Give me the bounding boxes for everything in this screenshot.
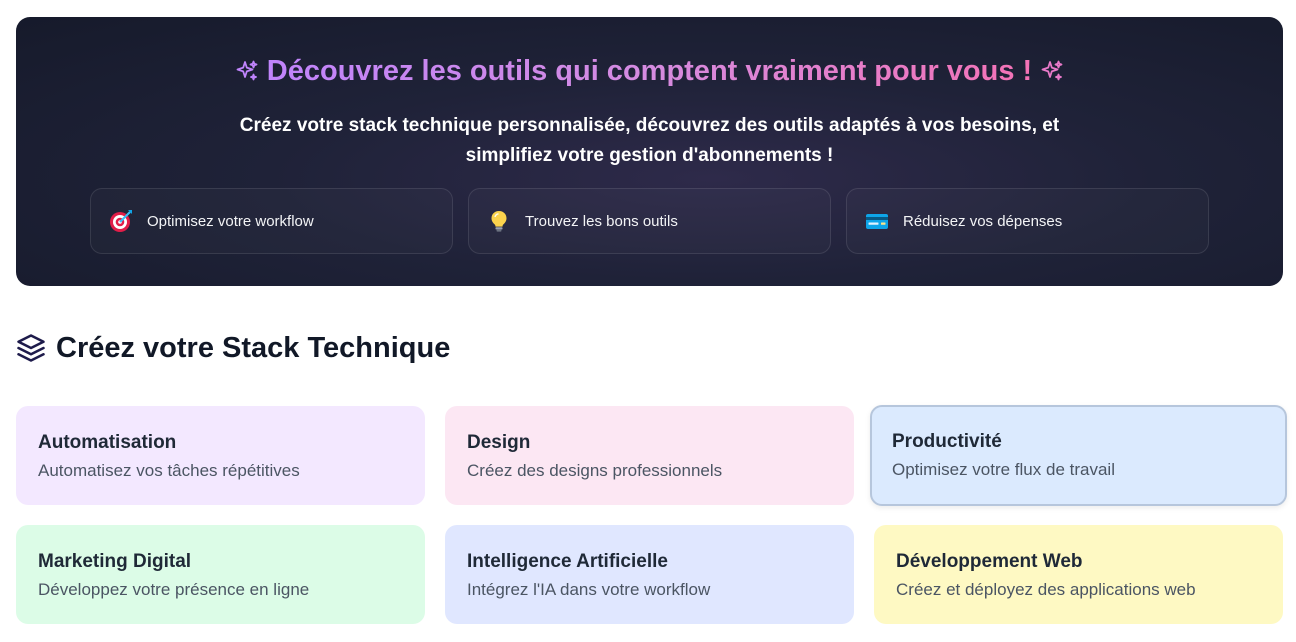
category-description: Créez des designs professionnels <box>467 461 723 480</box>
category-card-automatisation[interactable]: Automatisation Automatisez vos tâches ré… <box>16 406 425 505</box>
category-description: Créez et déployez des applications web <box>896 580 1196 599</box>
category-card-design[interactable]: Design Créez des designs professionnels <box>445 406 854 505</box>
category-title: Productivité <box>892 431 1002 452</box>
category-title: Développement Web <box>896 551 1083 572</box>
feature-card-workflow: Optimisez votre workflow <box>90 188 453 254</box>
hero-banner: Découvrez les outils qui comptent vraime… <box>16 17 1283 286</box>
category-card-productivite[interactable]: Productivité Optimisez votre flux de tra… <box>870 405 1287 506</box>
sparkle-icon <box>1041 60 1063 81</box>
category-card-developpement-web[interactable]: Développement Web Créez et déployez des … <box>874 525 1283 624</box>
credit-card-icon <box>864 208 890 234</box>
hero-title: Découvrez les outils qui comptent vraime… <box>266 55 1033 87</box>
feature-card-tools: Trouvez les bons outils <box>468 188 831 254</box>
hero-title-row: Découvrez les outils qui comptent vraime… <box>16 53 1283 89</box>
section-heading: Créez votre Stack Technique <box>16 327 450 369</box>
hero-subtitle: Créez votre stack technique personnalisé… <box>239 115 1060 166</box>
category-card-intelligence-artificielle[interactable]: Intelligence Artificielle Intégrez l'IA … <box>445 525 854 624</box>
category-title: Marketing Digital <box>38 551 192 572</box>
category-title: Intelligence Artificielle <box>467 551 668 572</box>
feature-label: Réduisez vos dépenses <box>903 212 1063 230</box>
feature-label: Trouvez les bons outils <box>525 212 678 230</box>
lightbulb-icon <box>486 208 512 234</box>
category-card-marketing-digital[interactable]: Marketing Digital Développez votre prése… <box>16 525 425 624</box>
category-description: Automatisez vos tâches répétitives <box>38 461 300 480</box>
category-title: Design <box>467 432 531 453</box>
sparkle-icon <box>236 60 258 81</box>
target-icon <box>108 208 134 234</box>
feature-card-savings: Réduisez vos dépenses <box>846 188 1209 254</box>
category-title: Automatisation <box>38 432 177 453</box>
category-description: Optimisez votre flux de travail <box>892 460 1115 479</box>
feature-label: Optimisez votre workflow <box>147 212 314 230</box>
category-description: Développez votre présence en ligne <box>38 580 310 599</box>
category-description: Intégrez l'IA dans votre workflow <box>467 580 711 599</box>
layers-icon <box>17 334 45 362</box>
section-title: Créez votre Stack Technique <box>56 331 451 364</box>
